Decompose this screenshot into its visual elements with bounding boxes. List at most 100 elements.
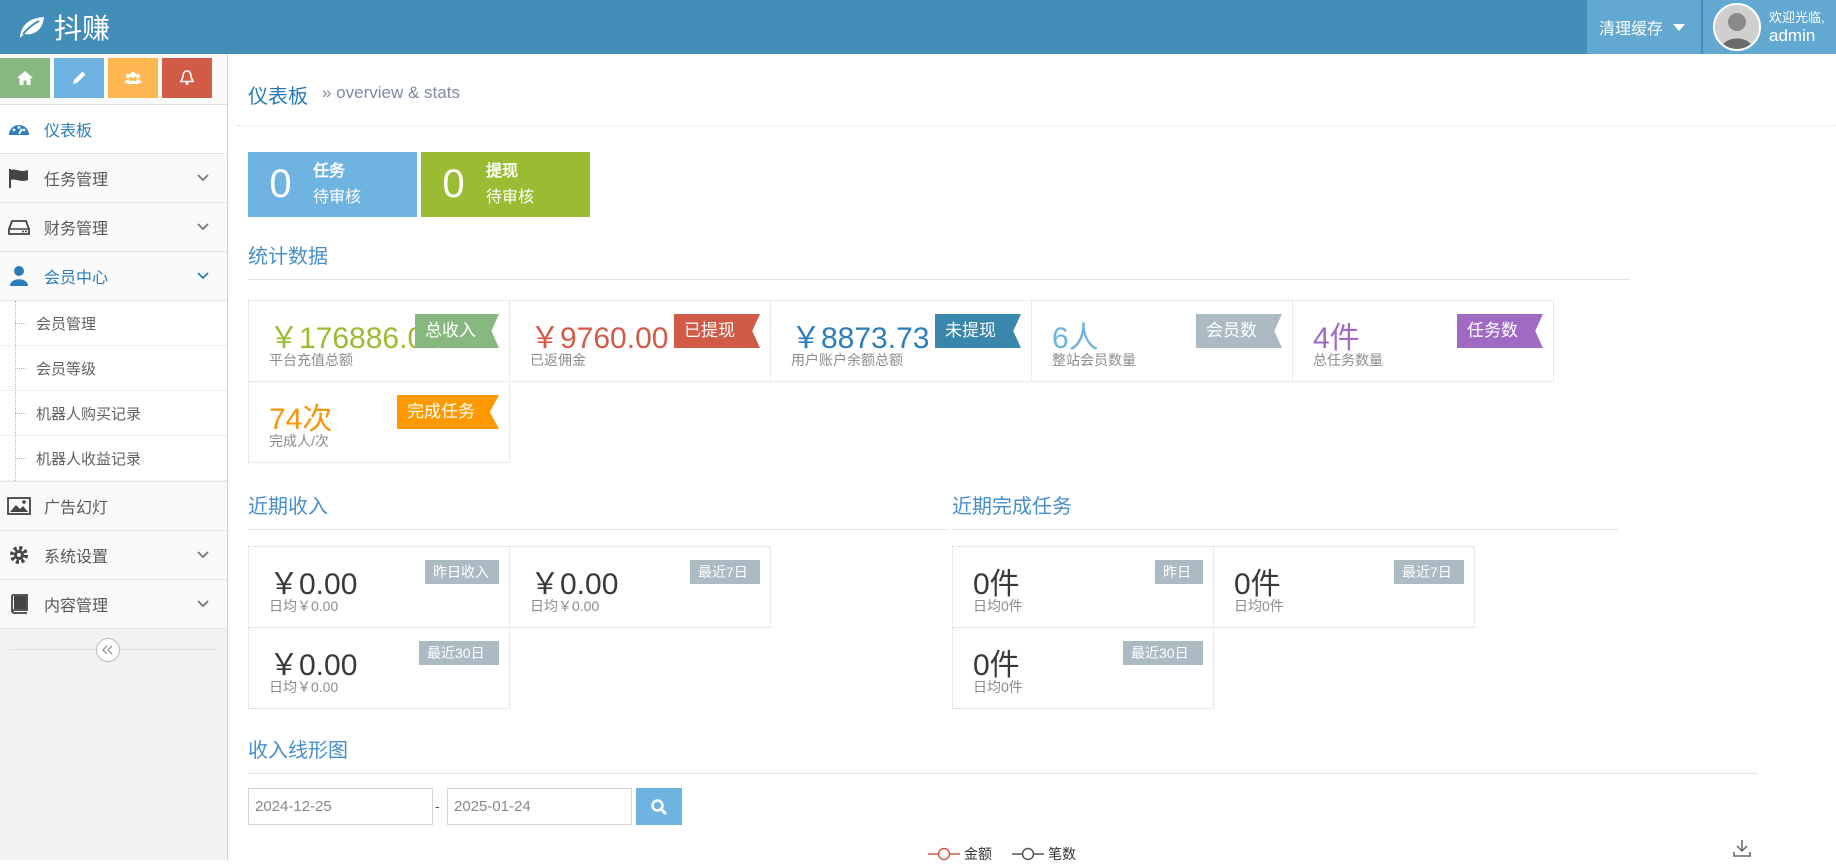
- sidebar-item-label: 广告幻灯: [44, 500, 109, 517]
- pencil-icon: [73, 71, 86, 84]
- submenu-item-robot-purchases[interactable]: 机器人购买记录: [0, 391, 227, 436]
- pending-withdrawals-title: 提现: [486, 162, 519, 180]
- clear-cache-label: 清理缓存: [1599, 21, 1664, 38]
- chevron-down-icon: [197, 551, 209, 559]
- income-card: ￥0.00 日均￥0.00 昨日收入: [248, 546, 510, 628]
- income-daily-avg: 日均￥0.00: [269, 679, 339, 695]
- legend-label: 笔数: [1048, 846, 1076, 862]
- home-icon: [17, 71, 33, 85]
- income-period-tag: 最近30日: [419, 641, 499, 665]
- username: admin: [1769, 25, 1816, 45]
- stat-card-rebated: ￥9760.00 已返佣金 已提现: [509, 300, 771, 382]
- stat-label: 整站会员数量: [1052, 352, 1136, 368]
- leaf-icon: [20, 17, 44, 38]
- stat-card-completed: 74次 完成人/次 完成任务: [248, 381, 510, 463]
- income-daily-avg: 日均￥0.00: [530, 598, 600, 614]
- tasks-period-tag: 昨日: [1155, 560, 1203, 584]
- date-separator: -: [435, 798, 440, 814]
- user-menu[interactable]: 欢迎光临, admin: [1703, 0, 1836, 54]
- search-icon: [651, 798, 668, 815]
- home-shortcut-button[interactable]: [0, 58, 50, 98]
- shortcut-bar: [0, 54, 227, 105]
- income-period-tag: 昨日收入: [425, 560, 499, 584]
- sidebar-item-dashboard[interactable]: 仪表板: [0, 105, 227, 154]
- search-button[interactable]: [636, 788, 682, 825]
- pending-withdrawals-sub: 待审核: [486, 188, 535, 206]
- stat-label: 总任务数量: [1313, 352, 1383, 368]
- tasks-daily-avg: 日均0件: [973, 598, 1023, 614]
- stat-ribbon: 未提现: [935, 314, 1021, 348]
- pending-tasks-count: 0: [269, 162, 292, 206]
- tasks-period-tag: 最近30日: [1123, 641, 1203, 665]
- pending-tasks-box[interactable]: 0 任务 待审核: [248, 152, 417, 217]
- avatar: [1713, 3, 1761, 51]
- chevron-down-icon: [197, 174, 209, 182]
- sidebar-item-label: 内容管理: [44, 598, 109, 615]
- income-card: ￥0.00 日均￥0.00 最近30日: [248, 627, 510, 709]
- chart-section-title: 收入线形图: [248, 734, 1758, 774]
- cog-icon: [10, 546, 28, 564]
- pending-withdrawals-box[interactable]: 0 提现 待审核: [421, 152, 590, 217]
- sidebar-item-settings[interactable]: 系统设置: [0, 531, 227, 580]
- chevron-down-icon: [197, 600, 209, 608]
- notification-shortcut-button[interactable]: [162, 58, 212, 98]
- page-subtitle: » overview & stats: [322, 83, 460, 102]
- edit-shortcut-button[interactable]: [54, 58, 104, 98]
- members-submenu: 会员管理 会员等级 机器人购买记录 机器人收益记录: [0, 301, 227, 482]
- tachometer-icon: [9, 125, 29, 135]
- legend-item-count[interactable]: 笔数: [1012, 844, 1076, 864]
- sidebar: 仪表板 任务管理 财务管理 会员中心 会员管理 会员等级 机器人购买记录 机器人…: [0, 54, 228, 860]
- income-period-tag: 最近7日: [690, 560, 760, 584]
- legend-line-circle-icon: [1012, 847, 1044, 861]
- chevron-down-icon: [197, 272, 209, 280]
- stat-card-unwithdrawn: ￥8873.73 用户账户余额总额 未提现: [770, 300, 1032, 382]
- date-to-input[interactable]: [447, 788, 632, 825]
- stat-card-members: 6人 整站会员数量 会员数: [1031, 300, 1293, 382]
- double-chevron-left-icon: [102, 645, 113, 655]
- legend-line-circle-icon: [928, 847, 960, 861]
- clear-cache-button[interactable]: 清理缓存: [1587, 0, 1701, 54]
- main-content: 仪表板 » overview & stats 0 任务 待审核 0 提现 待审核…: [236, 54, 1836, 862]
- brand[interactable]: 抖赚: [16, 9, 110, 45]
- sidebar-collapse-bar: [0, 629, 227, 671]
- tasks-card: 0件 日均0件 昨日: [952, 546, 1214, 628]
- stat-ribbon: 任务数: [1457, 314, 1543, 348]
- sidebar-item-members[interactable]: 会员中心: [0, 252, 227, 301]
- download-icon[interactable]: [1732, 838, 1752, 858]
- tasks-period-tag: 最近7日: [1394, 560, 1464, 584]
- stat-ribbon: 完成任务: [397, 395, 499, 429]
- picture-icon: [7, 497, 31, 515]
- sidebar-item-label: 财务管理: [44, 221, 109, 238]
- sidebar-item-finance[interactable]: 财务管理: [0, 203, 227, 252]
- caret-down-icon: [1673, 23, 1686, 31]
- submenu-item-robot-earnings[interactable]: 机器人收益记录: [0, 436, 227, 481]
- pending-tasks-title: 任务: [313, 162, 346, 180]
- submenu-item-member-management[interactable]: 会员管理: [0, 301, 227, 346]
- legend-item-amount[interactable]: 金额: [928, 844, 992, 864]
- book-icon: [11, 594, 28, 614]
- sidebar-item-label: 会员中心: [44, 270, 109, 287]
- page-header: 仪表板 » overview & stats: [236, 54, 1836, 126]
- tasks-daily-avg: 日均0件: [1234, 598, 1284, 614]
- stat-label: 用户账户余额总额: [791, 352, 903, 368]
- sidebar-item-tasks[interactable]: 任务管理: [0, 154, 227, 203]
- stats-section-title: 统计数据: [248, 240, 1630, 280]
- income-card: ￥0.00 日均￥0.00 最近7日: [509, 546, 771, 628]
- sidebar-item-content[interactable]: 内容管理: [0, 580, 227, 629]
- income-section-title: 近期收入: [248, 490, 948, 530]
- stat-label: 完成人/次: [269, 433, 329, 449]
- top-navbar: 抖赚 清理缓存 欢迎光临, admin: [0, 0, 1836, 54]
- brand-name: 抖赚: [54, 13, 111, 44]
- date-from-input[interactable]: [248, 788, 433, 825]
- pending-tasks-sub: 待审核: [313, 188, 362, 206]
- submenu-item-member-levels[interactable]: 会员等级: [0, 346, 227, 391]
- stat-card-total-income: ￥176886.00 平台充值总额 总收入: [248, 300, 510, 382]
- welcome-text: 欢迎光临,: [1769, 9, 1825, 25]
- sidebar-item-ads[interactable]: 广告幻灯: [0, 482, 227, 531]
- users-icon: [124, 72, 142, 84]
- sidebar-item-label: 仪表板: [44, 123, 93, 140]
- stat-label: 平台充值总额: [269, 352, 353, 368]
- sidebar-collapse-button[interactable]: [96, 638, 120, 662]
- tasks-section-title: 近期完成任务: [952, 490, 1618, 530]
- users-shortcut-button[interactable]: [108, 58, 158, 98]
